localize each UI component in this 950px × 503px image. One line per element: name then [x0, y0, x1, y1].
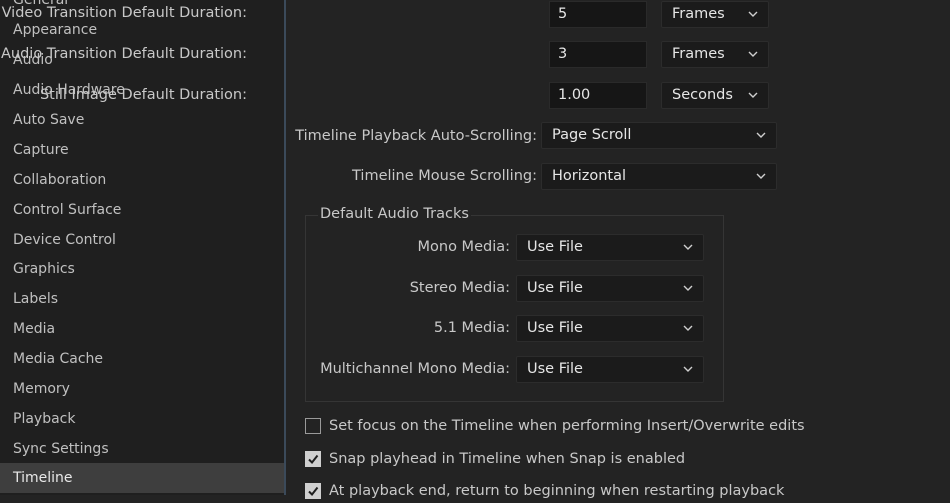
video-transition-unit-value: Frames	[672, 6, 725, 22]
snap-playhead-row[interactable]: Snap playhead in Timeline when Snap is e…	[305, 449, 905, 471]
checkmark-icon	[308, 454, 319, 465]
stereo-media-value: Use File	[527, 280, 583, 296]
stereo-media-label: Stereo Media:	[409, 280, 510, 296]
return-beginning-checkbox[interactable]	[305, 483, 321, 499]
multichannel-mono-label: Multichannel Mono Media:	[320, 361, 510, 377]
five-one-media-label: 5.1 Media:	[433, 320, 510, 336]
video-transition-input[interactable]: 5	[549, 1, 647, 28]
sidebar-item-collaboration[interactable]: Collaboration	[0, 165, 284, 195]
sidebar-item-timeline[interactable]: Timeline	[0, 463, 284, 493]
five-one-media-select[interactable]: Use File	[516, 315, 704, 342]
focus-timeline-checkbox[interactable]	[305, 418, 321, 434]
still-image-unit-value: Seconds	[672, 87, 733, 103]
default-audio-tracks-title: Default Audio Tracks	[318, 206, 471, 222]
stereo-media-select[interactable]: Use File	[516, 275, 704, 302]
mouse-scrolling-value: Horizontal	[552, 168, 627, 184]
sidebar-item-capture[interactable]: Capture	[0, 135, 284, 165]
still-image-input[interactable]: 1.00	[549, 82, 647, 109]
sidebar-item-graphics[interactable]: Graphics	[0, 254, 284, 284]
return-beginning-row[interactable]: At playback end, return to beginning whe…	[305, 481, 905, 503]
multichannel-mono-select[interactable]: Use File	[516, 356, 704, 383]
chevron-down-icon	[756, 132, 766, 138]
sidebar-item-playback[interactable]: Playback	[0, 404, 284, 434]
mouse-scrolling-label: Timeline Mouse Scrolling:	[352, 168, 537, 184]
sidebar-item-media-cache[interactable]: Media Cache	[0, 344, 284, 374]
still-image-unit-select[interactable]: Seconds	[661, 82, 769, 109]
still-image-label: Still Image Default Duration:	[39, 87, 247, 103]
sidebar-item-control-surface[interactable]: Control Surface	[0, 195, 284, 225]
sidebar-item-auto-save[interactable]: Auto Save	[0, 105, 284, 135]
chevron-down-icon	[748, 92, 758, 98]
sidebar-item-device-control[interactable]: Device Control	[0, 225, 284, 255]
mono-media-label: Mono Media:	[417, 239, 511, 255]
sidebar-item-labels[interactable]: Labels	[0, 284, 284, 314]
sidebar-item-media[interactable]: Media	[0, 314, 284, 344]
chevron-down-icon	[683, 325, 693, 331]
chevron-down-icon	[683, 366, 693, 372]
chevron-down-icon	[683, 285, 693, 291]
snap-playhead-checkbox[interactable]	[305, 451, 321, 467]
focus-timeline-label: Set focus on the Timeline when performin…	[329, 418, 805, 434]
playback-autoscroll-value: Page Scroll	[552, 127, 632, 143]
preferences-sidebar: General Appearance Audio Audio Hardware …	[0, 0, 286, 495]
snap-playhead-label: Snap playhead in Timeline when Snap is e…	[329, 451, 686, 467]
chevron-down-icon	[748, 51, 758, 57]
mono-media-value: Use File	[527, 239, 583, 255]
audio-transition-label: Audio Transition Default Duration:	[0, 46, 247, 62]
focus-timeline-row[interactable]: Set focus on the Timeline when performin…	[305, 416, 905, 438]
timeline-preferences-panel: Video Transition Default Duration: 5 Fra…	[1, 0, 950, 499]
audio-transition-input[interactable]: 3	[549, 41, 647, 68]
playback-autoscroll-label: Timeline Playback Auto-Scrolling:	[295, 128, 537, 144]
audio-transition-unit-value: Frames	[672, 46, 725, 62]
playback-autoscroll-select[interactable]: Page Scroll	[541, 122, 777, 149]
five-one-media-value: Use File	[527, 320, 583, 336]
checkmark-icon	[308, 486, 319, 497]
mono-media-select[interactable]: Use File	[516, 234, 704, 261]
video-transition-unit-select[interactable]: Frames	[661, 1, 769, 28]
chevron-down-icon	[748, 11, 758, 17]
chevron-down-icon	[756, 173, 766, 179]
audio-transition-unit-select[interactable]: Frames	[661, 41, 769, 68]
chevron-down-icon	[683, 244, 693, 250]
sidebar-item-sync-settings[interactable]: Sync Settings	[0, 434, 284, 464]
return-beginning-label: At playback end, return to beginning whe…	[329, 483, 785, 499]
video-transition-label: Video Transition Default Duration:	[1, 5, 247, 21]
mouse-scrolling-select[interactable]: Horizontal	[541, 163, 777, 190]
multichannel-mono-value: Use File	[527, 361, 583, 377]
sidebar-item-memory[interactable]: Memory	[0, 374, 284, 404]
